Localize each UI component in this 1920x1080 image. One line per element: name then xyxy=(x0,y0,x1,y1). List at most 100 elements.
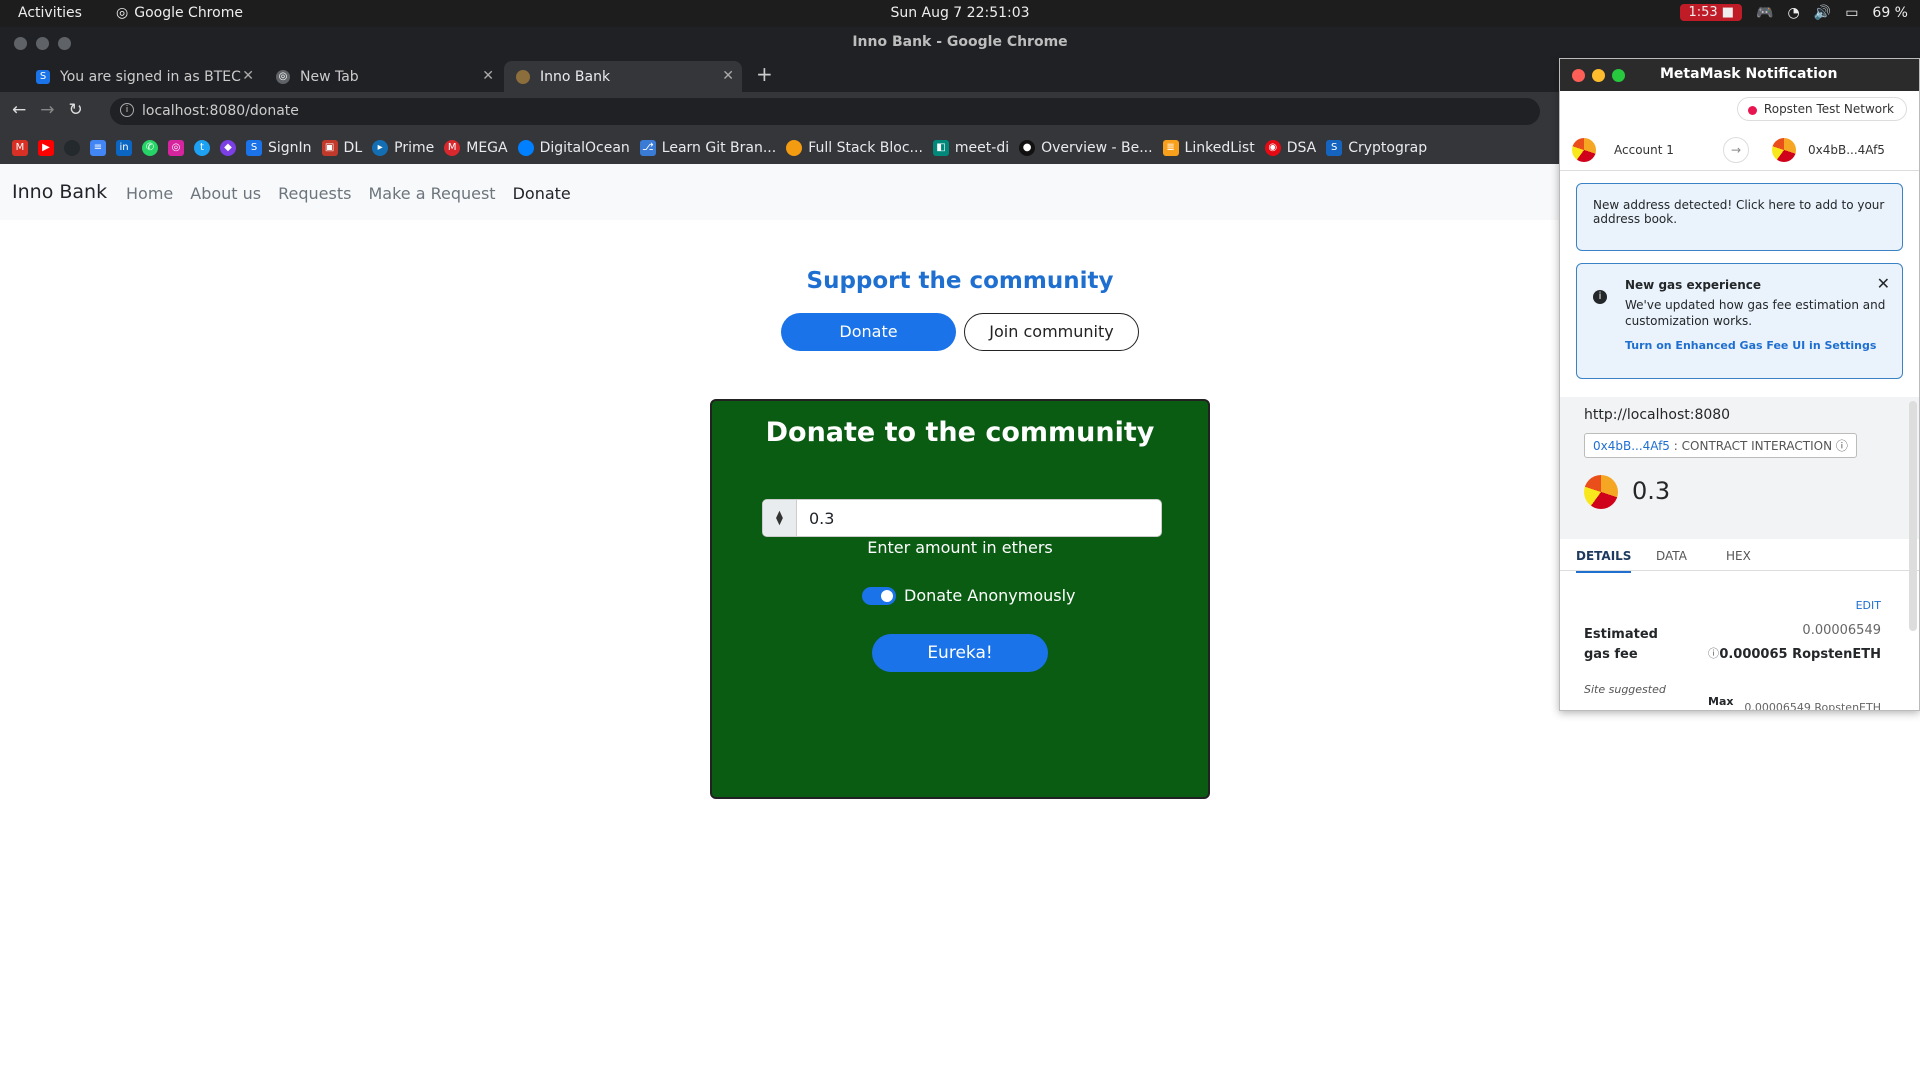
bookmark-instagram[interactable]: ◎ xyxy=(168,140,184,156)
card-title: Donate to the community xyxy=(765,417,1155,448)
contract-badge[interactable]: 0x4bB...4Af5 : CONTRACT INTERACTION ⓘ xyxy=(1584,433,1857,458)
close-tab-icon[interactable]: ✕ xyxy=(482,68,494,84)
nav-donate[interactable]: Donate xyxy=(513,184,571,203)
gas-settings-link[interactable]: Turn on Enhanced Gas Fee UI in Settings xyxy=(1625,339,1886,352)
gas-fee-secondary: 0.00006549 xyxy=(1802,623,1881,638)
bookmark-dsa[interactable]: ◉ DSA xyxy=(1264,140,1316,156)
account-name[interactable]: Account 1 xyxy=(1614,143,1674,157)
site-brand[interactable]: Inno Bank xyxy=(12,181,107,203)
new-address-text: New address detected! Click here to add … xyxy=(1593,198,1885,226)
git-icon: ⎇ xyxy=(639,140,656,156)
donate-card: Donate to the community ⧫ 0.3 Enter amou… xyxy=(710,399,1210,799)
bookmark-signin[interactable]: S SignIn xyxy=(246,140,312,156)
info-icon: ⓘ xyxy=(1835,439,1848,453)
tab-signed-in[interactable]: S You are signed in as BTEC ✕ xyxy=(24,61,262,92)
tab-data[interactable]: DATA xyxy=(1656,549,1687,563)
donate-button[interactable]: Donate xyxy=(781,313,956,351)
rec-time: 1:53 xyxy=(1688,5,1718,20)
bookmark-gmail[interactable]: M xyxy=(12,140,28,156)
bookmark-cryptography[interactable]: S Cryptograp xyxy=(1326,140,1427,156)
bookmark-shield[interactable]: ◆ xyxy=(220,140,236,156)
maximize-window-button[interactable] xyxy=(1612,69,1625,82)
gamepad-icon: 🎮 xyxy=(1756,4,1774,21)
window-titlebar: Inno Bank - Google Chrome xyxy=(0,27,1920,59)
bookmark-overview[interactable]: ● Overview - Be... xyxy=(1019,140,1153,156)
close-tab-icon[interactable]: ✕ xyxy=(722,68,734,84)
bookmark-label: Full Stack Bloc... xyxy=(808,140,923,156)
network-selector[interactable]: Ropsten Test Network xyxy=(1736,97,1907,121)
tab-hex[interactable]: HEX xyxy=(1726,549,1751,563)
crypto-icon: S xyxy=(1326,140,1343,156)
recording-indicator[interactable]: 1:53 ■ xyxy=(1680,4,1743,21)
close-window-button[interactable] xyxy=(1572,69,1585,82)
bookmark-label: DL xyxy=(343,140,363,156)
meet-icon: ◧ xyxy=(932,140,949,156)
mega-icon: M xyxy=(444,140,461,156)
minimize-window-button[interactable] xyxy=(1592,69,1605,82)
bookmark-label: MEGA xyxy=(466,140,508,156)
edit-button[interactable]: EDIT xyxy=(1856,599,1881,612)
nav-requests[interactable]: Requests xyxy=(278,184,351,203)
bookmark-twitter[interactable]: t xyxy=(194,140,210,156)
bookmark-whatsapp[interactable]: ✆ xyxy=(142,140,158,156)
bookmark-dl[interactable]: ▣ DL xyxy=(321,140,363,156)
forward-icon[interactable]: → xyxy=(40,100,54,120)
chrome-icon: ◎ xyxy=(276,70,290,84)
gas-notice-body: We've updated how gas fee estimation and… xyxy=(1625,298,1886,328)
address-bar[interactable]: i localhost:8080/donate xyxy=(110,98,1540,125)
close-tab-icon[interactable]: ✕ xyxy=(242,68,254,84)
bookmark-mega[interactable]: M MEGA xyxy=(444,140,508,156)
submit-button[interactable]: Eureka! xyxy=(872,634,1048,672)
scrollbar[interactable] xyxy=(1909,401,1917,631)
reload-icon[interactable]: ↻ xyxy=(69,100,83,120)
bookmark-digitalocean[interactable]: DigitalOcean xyxy=(517,140,630,156)
metamask-title: MetaMask Notification xyxy=(1660,66,1838,82)
recipient-address[interactable]: 0x4bB...4Af5 xyxy=(1808,143,1885,157)
address-text: localhost:8080/donate xyxy=(142,103,299,119)
bookmark-meet[interactable]: ◧ meet-di xyxy=(932,140,1010,156)
volume-icon: 🔊 xyxy=(1813,4,1832,21)
new-tab-button[interactable]: + xyxy=(756,62,773,86)
bookmark-linkedlist[interactable]: ≣ LinkedList xyxy=(1162,140,1255,156)
whatsapp-icon: ✆ xyxy=(142,140,158,156)
bookmark-full-stack[interactable]: Full Stack Bloc... xyxy=(786,140,923,156)
linkedin-icon: in xyxy=(116,140,132,156)
amount-input[interactable]: ⧫ 0.3 xyxy=(762,499,1162,537)
anonymous-toggle[interactable] xyxy=(862,587,896,605)
metamask-titlebar: MetaMask Notification xyxy=(1560,59,1919,91)
back-icon[interactable]: ← xyxy=(12,100,26,120)
tab-label: Inno Bank xyxy=(540,69,611,85)
bookmark-prime[interactable]: ▸ Prime xyxy=(372,140,434,156)
overview-icon: ● xyxy=(1019,140,1036,156)
tab-new-tab[interactable]: ◎ New Tab ✕ xyxy=(264,61,502,92)
tab-inno-bank[interactable]: Inno Bank ✕ xyxy=(504,61,742,92)
bookmark-label: meet-di xyxy=(954,140,1010,156)
bookmark-learn-git[interactable]: ⎇ Learn Git Bran... xyxy=(639,140,776,156)
shield-icon: ◆ xyxy=(220,140,236,156)
tx-amount: 0.3 xyxy=(1632,477,1671,505)
bookmark-linkedin[interactable]: in xyxy=(116,140,132,156)
bookmark-github[interactable] xyxy=(64,140,80,156)
info-icon: ⓘ xyxy=(1708,647,1719,660)
clock[interactable]: Sun Aug 7 22:51:03 xyxy=(0,5,1920,21)
max-fee: 0.00006549 RopstenETH xyxy=(1744,701,1881,711)
bookmark-docs[interactable]: ≡ xyxy=(90,140,106,156)
nav-home[interactable]: Home xyxy=(126,184,173,203)
join-community-button[interactable]: Join community xyxy=(964,313,1139,351)
recipient-avatar xyxy=(1772,138,1796,162)
play-icon: ▸ xyxy=(372,140,389,156)
amount-value: 0.3 xyxy=(809,509,835,528)
info-icon: i xyxy=(1593,290,1607,304)
bookmark-youtube[interactable]: ▶ xyxy=(38,140,54,156)
nav-about[interactable]: About us xyxy=(190,184,261,203)
info-icon[interactable]: i xyxy=(120,103,134,117)
close-icon[interactable]: ✕ xyxy=(1877,274,1890,293)
anonymous-label: Donate Anonymously xyxy=(904,586,1076,605)
bookmark-label: SignIn xyxy=(268,140,312,156)
site-suggested: Site suggested xyxy=(1584,683,1666,696)
nav-make-request[interactable]: Make a Request xyxy=(368,184,495,203)
tab-details[interactable]: DETAILS xyxy=(1576,549,1632,573)
metamask-popup: MetaMask Notification Ropsten Test Netwo… xyxy=(1559,58,1920,711)
gas-notice: i ✕ New gas experience We've updated how… xyxy=(1576,263,1903,379)
new-address-notice[interactable]: New address detected! Click here to add … xyxy=(1576,183,1903,251)
